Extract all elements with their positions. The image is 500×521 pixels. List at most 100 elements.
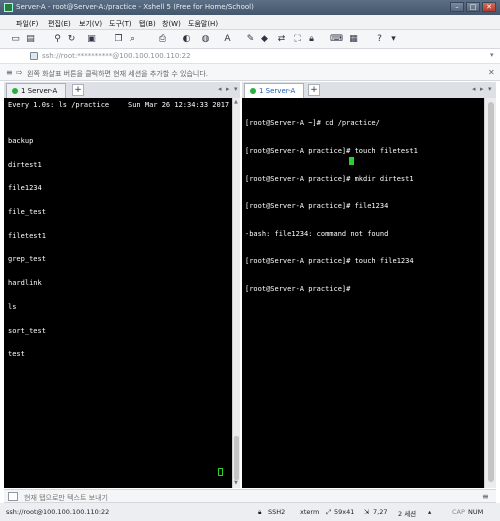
app-icon (4, 3, 13, 12)
scroll-thumb[interactable] (234, 436, 239, 480)
menu-edit[interactable]: 편집(E) (48, 19, 71, 29)
tab-scroll-left-icon[interactable]: ◂ (218, 85, 222, 93)
print-icon[interactable]: ⎙ (157, 34, 168, 45)
scroll-down-icon[interactable]: ▼ (234, 480, 238, 486)
tab-server-a-right[interactable]: 1 Server-A (244, 83, 304, 98)
connected-status-icon (250, 88, 256, 94)
compose-input[interactable]: 현재 탭으로만 텍스트 보내기 (24, 493, 108, 503)
scroll-up-icon[interactable]: ▲ (234, 99, 238, 105)
sessions-dropdown-icon[interactable]: ▴ (428, 508, 431, 516)
compose-icon[interactable] (8, 492, 18, 501)
help-icon[interactable]: ? (374, 34, 385, 45)
tab-scroll-right-icon[interactable]: ▸ (226, 85, 230, 93)
terminal-line: [root@Server-A practice]# file1234 (245, 202, 389, 211)
address-dropdown-icon[interactable]: ▾ (490, 51, 494, 59)
list-item: file1234 (8, 184, 42, 193)
terminal-cursor (218, 468, 223, 476)
address-lock-icon (30, 52, 38, 60)
session-list-icon[interactable]: ≡ (6, 68, 13, 77)
add-session-arrow-icon[interactable]: ⇨ (16, 68, 23, 77)
menu-tools[interactable]: 도구(T) (109, 19, 132, 29)
globe-icon[interactable]: ◍ (200, 34, 211, 45)
script-icon[interactable]: ✎ (245, 34, 256, 45)
compose-icon[interactable]: ◆ (259, 34, 270, 45)
minimize-button[interactable]: – (450, 2, 464, 12)
status-protocol: SSH2 (268, 508, 286, 516)
watch-header: Every 1.0s: ls /practice (8, 101, 110, 109)
list-item: file_test (8, 207, 46, 216)
left-tab-strip: 1 Server-A + ◂ ▸ ▾ (4, 82, 240, 98)
layout-icon[interactable]: ▦ (348, 34, 359, 45)
keyboard-icon[interactable]: ⌨ (330, 34, 343, 45)
status-connection: ssh://root@100.100.100.110:22 (6, 508, 110, 516)
left-terminal[interactable]: Every 1.0s: ls /practice Sun Mar 26 12:3… (4, 98, 232, 488)
list-item: test (8, 350, 25, 359)
hint-close-icon[interactable]: ✕ (488, 68, 495, 77)
right-scrollbar[interactable] (484, 98, 496, 488)
window-title: Server-A - root@Server-A:/practice - Xsh… (16, 3, 254, 11)
fullscreen-icon[interactable]: ⛶ (292, 34, 303, 45)
list-item: ls (8, 302, 17, 311)
list-item: hardlink (8, 279, 42, 288)
transfer-icon[interactable]: ⇄ (276, 34, 287, 45)
menu-view[interactable]: 보기(V) (79, 19, 102, 29)
list-item: dirtest1 (8, 160, 42, 169)
tab-scroll-right-icon[interactable]: ▸ (480, 85, 484, 93)
menu-bar: 파일(F) 편집(E) 보기(V) 도구(T) 탭(B) 창(W) 도움말(H) (0, 15, 500, 30)
add-tab-button[interactable]: + (72, 84, 84, 96)
terminal-line: [root@Server-A practice]# (245, 285, 355, 294)
maximize-button[interactable]: □ (466, 2, 480, 12)
font-icon[interactable]: A (222, 34, 233, 45)
watch-timestamp: Sun Mar 26 12:34:33 2017 (128, 101, 230, 109)
add-tab-button[interactable]: + (308, 84, 320, 96)
tab-server-a-left[interactable]: 1 Server-A (6, 83, 66, 98)
left-scrollbar[interactable]: ▲ ▼ (232, 98, 240, 488)
close-button[interactable]: ✕ (482, 2, 496, 12)
link-icon[interactable]: ⚲ (52, 34, 63, 45)
list-item: filetest1 (8, 231, 46, 240)
copy-icon[interactable]: ❐ (113, 34, 124, 45)
tab-list-icon[interactable]: ▾ (234, 85, 238, 93)
directory-listing: backup dirtest1 file1234 file_test filet… (8, 122, 46, 375)
open-folder-icon[interactable]: ▤ (25, 34, 36, 45)
tab-list-icon[interactable]: ▾ (488, 85, 492, 93)
color-scheme-icon[interactable]: ◐ (181, 34, 192, 45)
status-size: 59x41 (334, 508, 355, 516)
cursor-pos-icon: ⇲ (364, 508, 370, 516)
right-terminal[interactable]: [root@Server-A ~]# cd /practice/ [root@S… (242, 98, 484, 488)
tab-scroll-left-icon[interactable]: ◂ (472, 85, 476, 93)
lock-icon[interactable]: 🔒︎ (306, 34, 317, 45)
lock-icon: 🔒︎ (258, 508, 262, 516)
find-icon[interactable]: ⌕ (127, 34, 138, 45)
reconnect-icon[interactable]: ↻ (66, 34, 77, 45)
title-bar: Server-A - root@Server-A:/practice - Xsh… (0, 0, 500, 15)
new-session-icon[interactable]: ▭ (10, 34, 21, 45)
menu-file[interactable]: 파일(F) (16, 19, 38, 29)
tab-label: 1 Server-A (259, 87, 296, 95)
status-num: NUM (468, 508, 484, 516)
list-item: backup (8, 136, 34, 145)
terminal-line: -bash: file1234: command not found (245, 229, 389, 238)
address-field[interactable]: ssh://root:**********@100.100.100.110:22 (42, 52, 191, 60)
scroll-thumb[interactable] (488, 102, 494, 482)
menu-help[interactable]: 도움말(H) (188, 19, 218, 29)
menu-window[interactable]: 창(W) (162, 19, 181, 29)
terminal-line: [root@Server-A ~]# cd /practice/ (245, 119, 380, 128)
properties-icon[interactable]: ▣ (86, 34, 97, 45)
tab-label: 1 Server-A (21, 87, 58, 95)
compose-bar[interactable]: 현재 탭으로만 텍스트 보내기 ≡ (4, 489, 496, 503)
status-cap: CAP (452, 508, 465, 516)
status-bar: ssh://root@100.100.100.110:22 🔒︎ SSH2 xt… (0, 503, 500, 521)
menu-tab[interactable]: 탭(B) (139, 19, 156, 29)
toolbar: ▭ ▤ ⚲ ↻ ▣ ❐ ⌕ ⎙ ◐ ◍ A ✎ ◆ ⇄ ⛶ 🔒︎ ⌨ ▦ ? ▾ (0, 30, 500, 49)
terminal-line: [root@Server-A practice]# mkdir dirtest1 (245, 174, 414, 183)
session-hint-bar: ≡ ⇨ 왼쪽 화살표 버튼을 클릭하면 현재 세션을 추가할 수 있습니다. ✕ (0, 64, 500, 81)
terminal-line: [root@Server-A practice]# touch file1234 (245, 257, 414, 266)
status-terminal: xterm (300, 508, 320, 516)
more-icon[interactable]: ▾ (388, 34, 399, 45)
size-icon: ⤢ (326, 508, 332, 516)
list-item: sort_test (8, 326, 46, 335)
terminal-cursor (349, 157, 354, 165)
list-item: grep_test (8, 255, 46, 264)
compose-menu-icon[interactable]: ≡ (482, 492, 489, 501)
